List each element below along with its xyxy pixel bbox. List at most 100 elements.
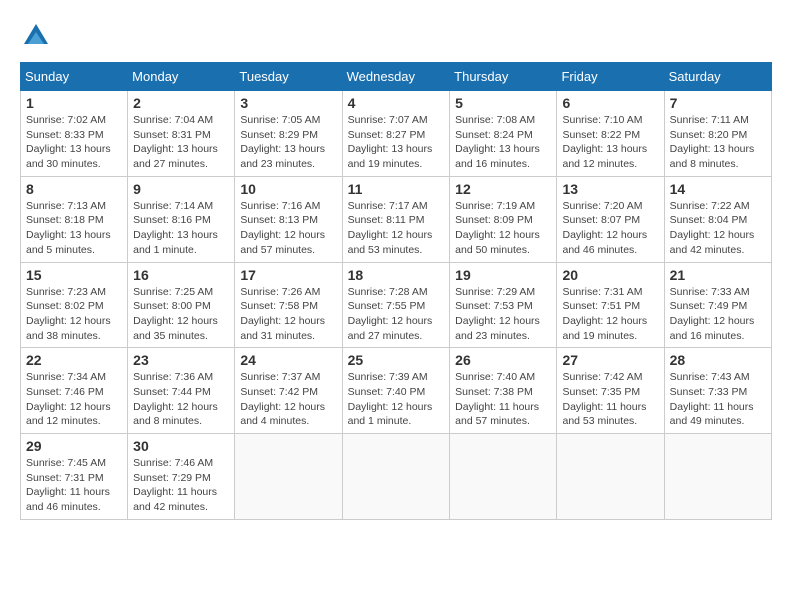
day-info: Sunrise: 7:36 AMSunset: 7:44 PMDaylight:… <box>133 370 229 429</box>
day-number: 12 <box>455 181 551 197</box>
day-number: 15 <box>26 267 122 283</box>
day-number: 27 <box>562 352 658 368</box>
day-info: Sunrise: 7:37 AMSunset: 7:42 PMDaylight:… <box>240 370 336 429</box>
day-number: 1 <box>26 95 122 111</box>
day-number: 30 <box>133 438 229 454</box>
day-info: Sunrise: 7:28 AMSunset: 7:55 PMDaylight:… <box>348 285 445 344</box>
calendar-cell: 8 Sunrise: 7:13 AMSunset: 8:18 PMDaylight… <box>21 176 128 262</box>
day-number: 20 <box>562 267 658 283</box>
day-info: Sunrise: 7:29 AMSunset: 7:53 PMDaylight:… <box>455 285 551 344</box>
weekday-header: Monday <box>128 63 235 91</box>
day-info: Sunrise: 7:31 AMSunset: 7:51 PMDaylight:… <box>562 285 658 344</box>
day-info: Sunrise: 7:26 AMSunset: 7:58 PMDaylight:… <box>240 285 336 344</box>
calendar-cell: 25 Sunrise: 7:39 AMSunset: 7:40 PMDayligh… <box>342 348 450 434</box>
weekday-header: Sunday <box>21 63 128 91</box>
weekday-row: SundayMondayTuesdayWednesdayThursdayFrid… <box>21 63 772 91</box>
calendar-cell <box>235 434 342 520</box>
calendar-cell: 1 Sunrise: 7:02 AMSunset: 8:33 PMDaylight… <box>21 91 128 177</box>
calendar-cell: 2Sunrise: 7:04 AMSunset: 8:31 PMDaylight… <box>128 91 235 177</box>
day-info: Sunrise: 7:45 AMSunset: 7:31 PMDaylight:… <box>26 456 122 515</box>
day-number: 22 <box>26 352 122 368</box>
day-number: 8 <box>26 181 122 197</box>
day-info: Sunrise: 7:46 AMSunset: 7:29 PMDaylight:… <box>133 456 229 515</box>
day-info: Sunrise: 7:16 AMSunset: 8:13 PMDaylight:… <box>240 199 336 258</box>
day-info: Sunrise: 7:22 AMSunset: 8:04 PMDaylight:… <box>670 199 766 258</box>
calendar-cell: 17 Sunrise: 7:26 AMSunset: 7:58 PMDayligh… <box>235 262 342 348</box>
logo-icon <box>20 20 52 52</box>
day-info: Sunrise: 7:43 AMSunset: 7:33 PMDaylight:… <box>670 370 766 429</box>
calendar-cell: 6 Sunrise: 7:10 AMSunset: 8:22 PMDaylight… <box>557 91 664 177</box>
day-number: 28 <box>670 352 766 368</box>
calendar-cell: 23 Sunrise: 7:36 AMSunset: 7:44 PMDayligh… <box>128 348 235 434</box>
calendar-cell: 19 Sunrise: 7:29 AMSunset: 7:53 PMDayligh… <box>450 262 557 348</box>
day-info: Sunrise: 7:13 AMSunset: 8:18 PMDaylight:… <box>26 199 122 258</box>
calendar-cell: 9 Sunrise: 7:14 AMSunset: 8:16 PMDaylight… <box>128 176 235 262</box>
calendar-row: 29 Sunrise: 7:45 AMSunset: 7:31 PMDayligh… <box>21 434 772 520</box>
calendar-row: 8 Sunrise: 7:13 AMSunset: 8:18 PMDaylight… <box>21 176 772 262</box>
day-number: 19 <box>455 267 551 283</box>
day-info: Sunrise: 7:19 AMSunset: 8:09 PMDaylight:… <box>455 199 551 258</box>
day-number: 21 <box>670 267 766 283</box>
calendar-cell: 13Sunrise: 7:20 AMSunset: 8:07 PMDayligh… <box>557 176 664 262</box>
calendar-cell: 30 Sunrise: 7:46 AMSunset: 7:29 PMDayligh… <box>128 434 235 520</box>
calendar-cell: 12 Sunrise: 7:19 AMSunset: 8:09 PMDayligh… <box>450 176 557 262</box>
calendar-row: 22 Sunrise: 7:34 AMSunset: 7:46 PMDayligh… <box>21 348 772 434</box>
weekday-header: Saturday <box>664 63 771 91</box>
calendar-cell: 20 Sunrise: 7:31 AMSunset: 7:51 PMDayligh… <box>557 262 664 348</box>
day-number: 25 <box>348 352 445 368</box>
day-info: Sunrise: 7:11 AMSunset: 8:20 PMDaylight:… <box>670 113 766 172</box>
day-number: 26 <box>455 352 551 368</box>
calendar-cell: 16 Sunrise: 7:25 AMSunset: 8:00 PMDayligh… <box>128 262 235 348</box>
calendar-cell <box>664 434 771 520</box>
day-info: Sunrise: 7:39 AMSunset: 7:40 PMDaylight:… <box>348 370 445 429</box>
day-info: Sunrise: 7:33 AMSunset: 7:49 PMDaylight:… <box>670 285 766 344</box>
weekday-header: Thursday <box>450 63 557 91</box>
calendar-cell: 4 Sunrise: 7:07 AMSunset: 8:27 PMDaylight… <box>342 91 450 177</box>
calendar-table: SundayMondayTuesdayWednesdayThursdayFrid… <box>20 62 772 520</box>
calendar-cell: 10 Sunrise: 7:16 AMSunset: 8:13 PMDayligh… <box>235 176 342 262</box>
day-info: Sunrise: 7:02 AMSunset: 8:33 PMDaylight:… <box>26 113 122 172</box>
day-info: Sunrise: 7:34 AMSunset: 7:46 PMDaylight:… <box>26 370 122 429</box>
calendar-cell: 5Sunrise: 7:08 AMSunset: 8:24 PMDaylight… <box>450 91 557 177</box>
day-info: Sunrise: 7:25 AMSunset: 8:00 PMDaylight:… <box>133 285 229 344</box>
day-info: Sunrise: 7:17 AMSunset: 8:11 PMDaylight:… <box>348 199 445 258</box>
page-header <box>20 20 772 52</box>
day-info: Sunrise: 7:40 AMSunset: 7:38 PMDaylight:… <box>455 370 551 429</box>
calendar-cell <box>450 434 557 520</box>
day-number: 10 <box>240 181 336 197</box>
day-info: Sunrise: 7:42 AMSunset: 7:35 PMDaylight:… <box>562 370 658 429</box>
calendar-cell: 11 Sunrise: 7:17 AMSunset: 8:11 PMDayligh… <box>342 176 450 262</box>
day-number: 6 <box>562 95 658 111</box>
calendar-cell <box>342 434 450 520</box>
day-number: 4 <box>348 95 445 111</box>
day-number: 2 <box>133 95 229 111</box>
day-number: 3 <box>240 95 336 111</box>
calendar-row: 1 Sunrise: 7:02 AMSunset: 8:33 PMDaylight… <box>21 91 772 177</box>
calendar-cell: 26 Sunrise: 7:40 AMSunset: 7:38 PMDayligh… <box>450 348 557 434</box>
calendar-cell: 22 Sunrise: 7:34 AMSunset: 7:46 PMDayligh… <box>21 348 128 434</box>
day-number: 29 <box>26 438 122 454</box>
weekday-header: Tuesday <box>235 63 342 91</box>
day-number: 17 <box>240 267 336 283</box>
day-info: Sunrise: 7:07 AMSunset: 8:27 PMDaylight:… <box>348 113 445 172</box>
logo <box>20 20 58 52</box>
day-number: 23 <box>133 352 229 368</box>
day-number: 7 <box>670 95 766 111</box>
calendar-cell: 21 Sunrise: 7:33 AMSunset: 7:49 PMDayligh… <box>664 262 771 348</box>
weekday-header: Friday <box>557 63 664 91</box>
day-info: Sunrise: 7:23 AMSunset: 8:02 PMDaylight:… <box>26 285 122 344</box>
day-info: Sunrise: 7:14 AMSunset: 8:16 PMDaylight:… <box>133 199 229 258</box>
day-number: 9 <box>133 181 229 197</box>
day-info: Sunrise: 7:05 AMSunset: 8:29 PMDaylight:… <box>240 113 336 172</box>
calendar-cell: 3 Sunrise: 7:05 AMSunset: 8:29 PMDaylight… <box>235 91 342 177</box>
calendar-header: SundayMondayTuesdayWednesdayThursdayFrid… <box>21 63 772 91</box>
day-number: 11 <box>348 181 445 197</box>
day-info: Sunrise: 7:10 AMSunset: 8:22 PMDaylight:… <box>562 113 658 172</box>
calendar-body: 1 Sunrise: 7:02 AMSunset: 8:33 PMDaylight… <box>21 91 772 520</box>
calendar-row: 15 Sunrise: 7:23 AMSunset: 8:02 PMDayligh… <box>21 262 772 348</box>
calendar-cell: 29 Sunrise: 7:45 AMSunset: 7:31 PMDayligh… <box>21 434 128 520</box>
day-number: 16 <box>133 267 229 283</box>
calendar-cell <box>557 434 664 520</box>
weekday-header: Wednesday <box>342 63 450 91</box>
calendar-cell: 28 Sunrise: 7:43 AMSunset: 7:33 PMDayligh… <box>664 348 771 434</box>
